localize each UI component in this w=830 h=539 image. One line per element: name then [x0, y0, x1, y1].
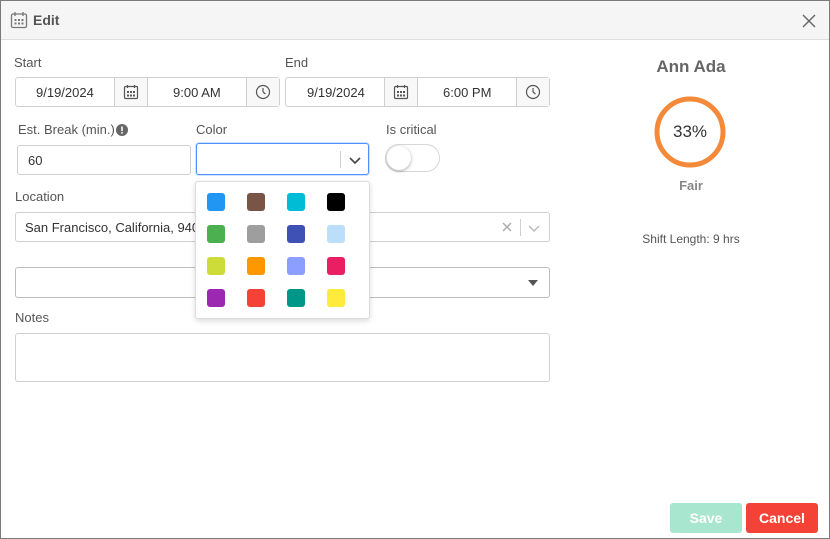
color-swatch[interactable] [287, 193, 305, 211]
save-button[interactable]: Save [670, 503, 742, 533]
clock-icon [525, 84, 541, 100]
start-time-picker-button[interactable] [246, 78, 279, 106]
color-swatch[interactable] [207, 289, 225, 307]
score-rating: Fair [679, 178, 703, 193]
chevron-down-icon[interactable] [527, 221, 541, 238]
start-datetime-field: 9/19/2024 9:00 AM [15, 77, 280, 107]
dialog-title: Edit [33, 12, 60, 28]
color-select[interactable] [196, 143, 369, 175]
start-label: Start [14, 55, 42, 70]
color-swatch[interactable] [207, 225, 225, 243]
end-label: End [285, 55, 309, 70]
color-label: Color [196, 122, 228, 137]
end-date-value: 9/19/2024 [307, 85, 365, 100]
dialog-titlebar: Edit [1, 1, 829, 40]
end-time-picker-button[interactable] [516, 78, 549, 106]
toggle-knob [387, 146, 411, 170]
color-swatch[interactable] [287, 289, 305, 307]
notes-label: Notes [15, 310, 49, 325]
color-swatch[interactable] [247, 225, 265, 243]
color-swatch[interactable] [327, 289, 345, 307]
end-date-picker-button[interactable] [384, 78, 417, 106]
select-separator [340, 151, 341, 168]
end-datetime-field: 9/19/2024 6:00 PM [285, 77, 550, 107]
notes-textarea[interactable] [15, 333, 550, 382]
color-swatch[interactable] [247, 193, 265, 211]
color-swatch[interactable] [207, 193, 225, 211]
chevron-down-icon [349, 157, 361, 165]
start-time-value: 9:00 AM [173, 85, 221, 100]
color-swatch[interactable] [207, 257, 225, 275]
start-date-picker-button[interactable] [114, 78, 147, 106]
color-swatch[interactable] [327, 257, 345, 275]
score-percent: 33% [672, 122, 708, 141]
break-label: Est. Break (min.) [18, 122, 115, 137]
clear-icon[interactable] [501, 220, 513, 237]
break-input[interactable]: 60 [17, 145, 191, 175]
edit-dialog: Edit Start 9/19/2024 9:00 AM End 9/19/20… [0, 0, 830, 539]
critical-toggle[interactable] [385, 144, 440, 172]
info-icon[interactable] [116, 124, 128, 139]
color-swatch[interactable] [247, 289, 265, 307]
calendar-icon [10, 11, 28, 29]
color-swatch[interactable] [287, 225, 305, 243]
calendar-icon [393, 85, 409, 100]
color-palette-dropdown [195, 181, 370, 319]
color-swatch[interactable] [287, 257, 305, 275]
location-label: Location [15, 189, 65, 204]
calendar-icon [123, 85, 139, 100]
shift-length: Shift Length: 9 hrs [642, 232, 740, 246]
color-swatch[interactable] [327, 225, 345, 243]
caret-down-icon [528, 280, 538, 286]
break-value: 60 [28, 153, 43, 168]
color-swatch[interactable] [247, 257, 265, 275]
start-date-value: 9/19/2024 [36, 85, 94, 100]
employee-name: Ann Ada [656, 57, 726, 76]
color-swatch[interactable] [327, 193, 345, 211]
end-date-input[interactable]: 9/19/2024 [286, 78, 384, 106]
critical-label: Is critical [386, 122, 437, 137]
start-date-input[interactable]: 9/19/2024 [16, 78, 114, 106]
end-time-value: 6:00 PM [443, 85, 492, 100]
cancel-button[interactable]: Cancel [746, 503, 818, 533]
clock-icon [255, 84, 271, 100]
start-time-input[interactable]: 9:00 AM [147, 78, 246, 106]
close-icon[interactable] [801, 13, 817, 29]
end-time-input[interactable]: 6:00 PM [417, 78, 516, 106]
select-separator [520, 219, 521, 236]
location-value: San Francisco, California, 9401 [25, 220, 207, 235]
